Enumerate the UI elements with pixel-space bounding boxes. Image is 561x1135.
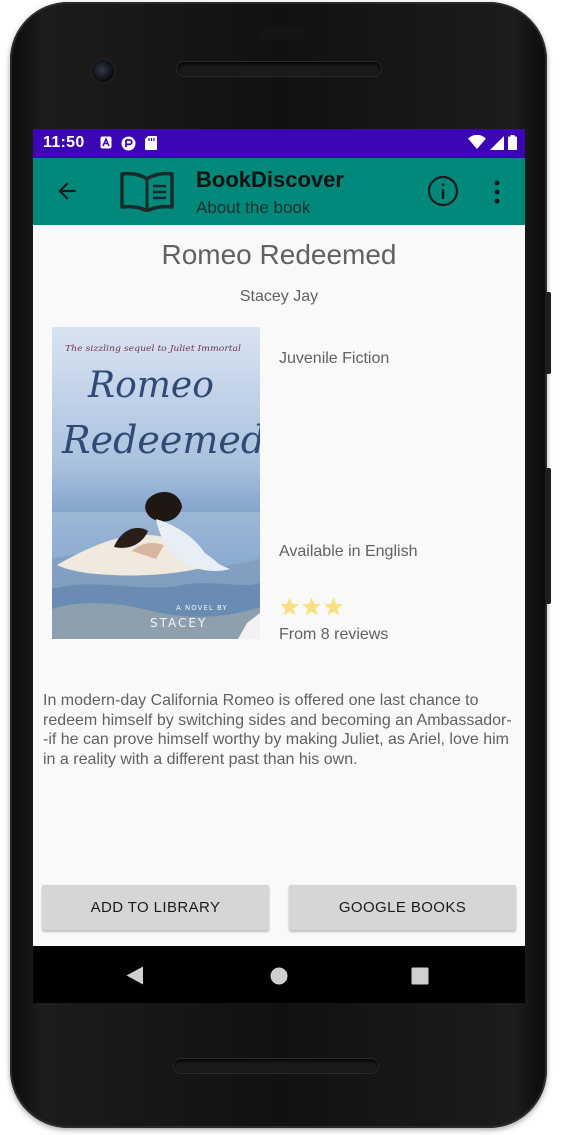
status-bar: 11:50: [33, 129, 525, 158]
a-icon: [100, 136, 112, 149]
battery-icon: [508, 135, 517, 150]
back-triangle-icon[interactable]: [126, 966, 144, 985]
cover-title-line2: Redeemed: [61, 418, 260, 462]
book-title: Romeo Redeemed: [161, 239, 397, 270]
front-camera: [92, 60, 114, 82]
add-to-library-button[interactable]: ADD TO LIBRARY: [42, 885, 269, 930]
review-count: From 8 reviews: [279, 626, 389, 643]
book-author: Stacey Jay: [239, 288, 319, 305]
signal-icon: [490, 135, 504, 150]
cover-tagline: The sizzling sequel to Juliet Immortal: [65, 344, 241, 353]
book-language: Available in English: [279, 543, 418, 560]
star-icon: [324, 597, 343, 616]
book-details: Romeo Redeemed Stacey Jay The sizzling s…: [33, 225, 525, 946]
back-arrow-icon[interactable]: [54, 178, 80, 204]
app-title: BookDiscover: [196, 167, 344, 192]
app-subtitle: About the book: [196, 198, 311, 217]
earpiece-speaker: [177, 62, 381, 76]
sync-icon: [121, 136, 136, 151]
cover-author: STACEY: [150, 616, 207, 630]
open-book-icon: [120, 171, 174, 212]
google-books-button[interactable]: GOOGLE BOOKS: [289, 885, 516, 930]
book-category: Juvenile Fiction: [279, 350, 390, 367]
book-cover-image: The sizzling sequel to Juliet Immortal R…: [52, 327, 260, 639]
navigation-bar: [33, 946, 525, 1003]
book-description: In modern-day California Romeo is offere…: [43, 692, 512, 769]
info-icon[interactable]: [427, 175, 459, 207]
recents-square-icon[interactable]: [411, 967, 429, 985]
wifi-icon: [468, 135, 486, 149]
bottom-speaker: [174, 1059, 378, 1073]
star-icon: [280, 597, 299, 616]
book-cover-art: The sizzling sequel to Juliet Immortal R…: [52, 327, 260, 639]
top-sensor: [260, 28, 304, 40]
screen: 11:50 BookDiscover About the book Romeo …: [33, 129, 525, 1003]
more-vert-icon[interactable]: [493, 180, 501, 204]
star-icon: [302, 597, 321, 616]
cover-footer: A NOVEL BY: [176, 604, 228, 612]
home-circle-icon[interactable]: [270, 967, 288, 985]
volume-button: [545, 468, 551, 604]
cover-title-line1: Romeo: [87, 365, 214, 406]
rating-stars: [279, 596, 344, 617]
sd-card-icon: [145, 136, 157, 150]
app-bar: BookDiscover About the book: [33, 158, 525, 225]
power-button: [545, 292, 551, 374]
status-time: 11:50: [43, 134, 85, 151]
